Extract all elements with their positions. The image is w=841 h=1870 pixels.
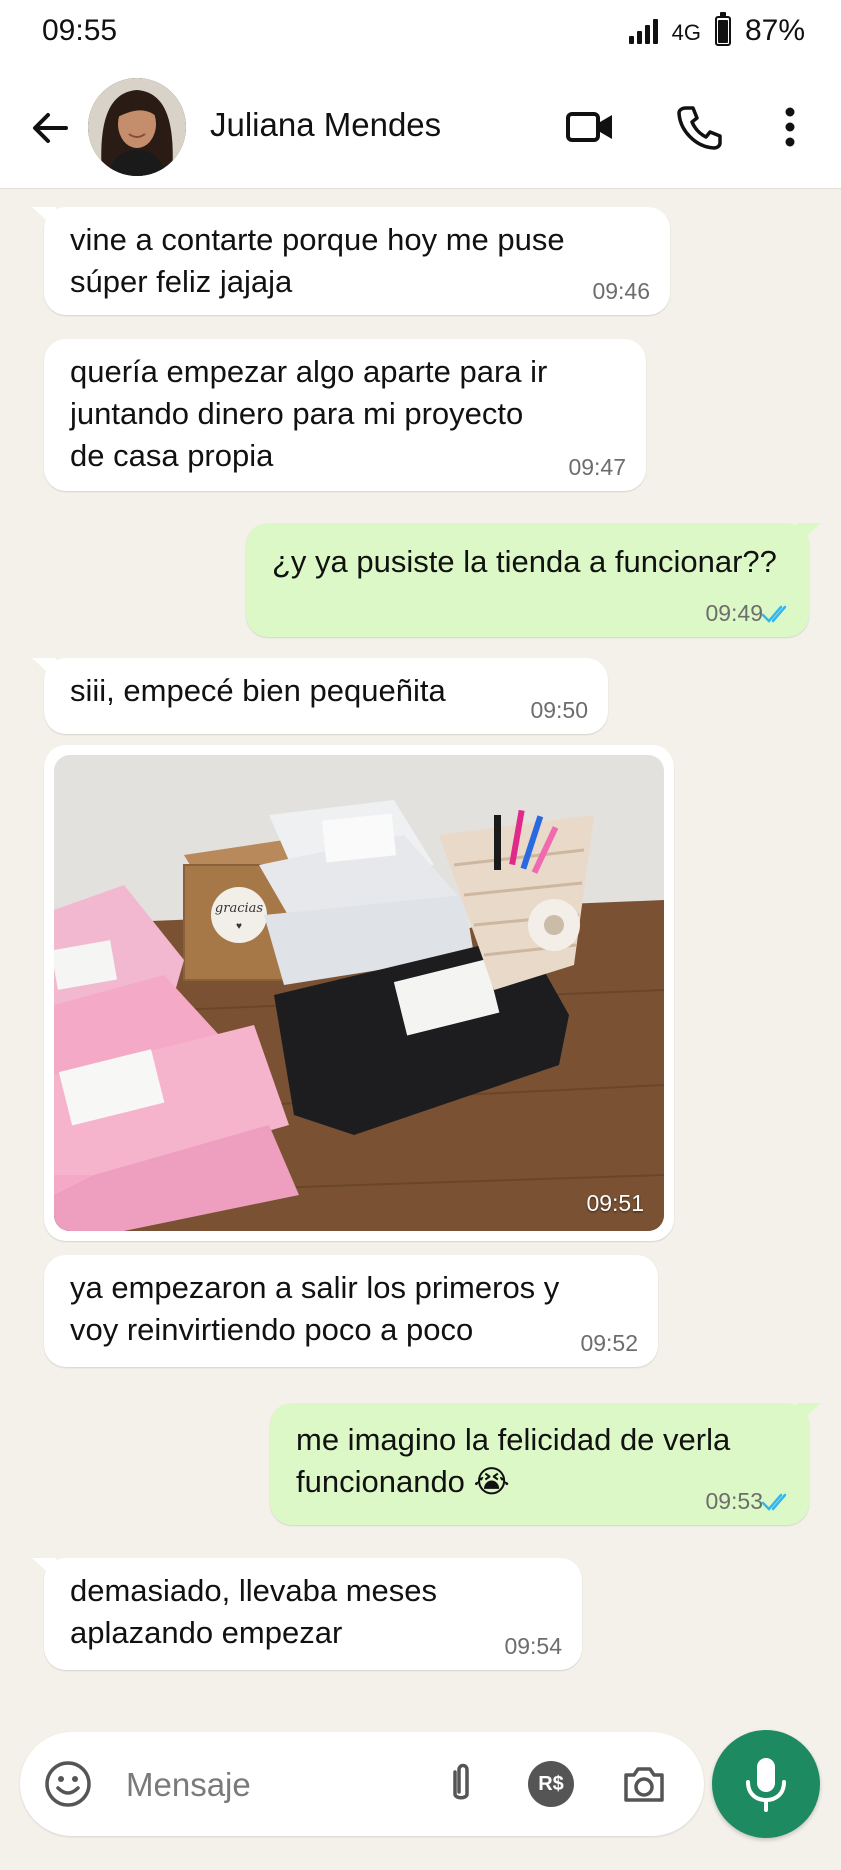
shipment-photo[interactable]: gracias ♥ 09:51: [54, 755, 664, 1231]
message-time: 09:46: [592, 278, 650, 304]
message-incoming[interactable]: ya empezaron a salir los primeros y voy …: [44, 1255, 658, 1367]
bubble-tail: [32, 658, 56, 680]
message-line: ¿y ya pusiste la tienda a funcionar??: [272, 544, 777, 579]
message-line: juntando dinero para mi proyecto: [70, 396, 524, 431]
photo-time: 09:51: [586, 1190, 644, 1216]
message-time: 09:50: [530, 697, 588, 723]
message-incoming[interactable]: quería empezar algo aparte para ir junta…: [44, 339, 646, 491]
more-options-icon[interactable]: [763, 100, 817, 154]
svg-text:♥: ♥: [236, 921, 242, 932]
signal-icon: [628, 18, 658, 44]
bubble-tail: [797, 1403, 821, 1425]
message-line: voy reinvirtiendo poco a poco: [70, 1312, 474, 1347]
status-icons: 4G 87%: [628, 12, 805, 48]
message-time: 09:52: [580, 1330, 638, 1356]
phone-icon[interactable]: [672, 100, 726, 154]
message-time: 09:54: [504, 1633, 562, 1659]
bubble-tail: [32, 207, 56, 229]
payment-icon[interactable]: R$: [528, 1761, 574, 1807]
message-line: vine a contarte porque hoy me puse: [70, 222, 565, 257]
network-type: 4G: [671, 20, 701, 45]
microphone-icon: [746, 1758, 786, 1812]
message-line: siii, empecé bien pequeñita: [70, 673, 446, 708]
battery-percent: 87%: [744, 14, 805, 47]
message-incoming[interactable]: demasiado, llevaba meses aplazando empez…: [32, 1558, 582, 1670]
message-time: 09:49: [705, 600, 763, 626]
message-line: aplazando empezar: [70, 1615, 343, 1650]
message-outgoing[interactable]: ¿y ya pusiste la tienda a funcionar?? 09…: [246, 523, 821, 637]
message-time: 09:47: [568, 454, 626, 480]
attach-paperclip-icon[interactable]: [435, 1758, 487, 1810]
message-incoming[interactable]: siii, empecé bien pequeñita 09:50: [32, 658, 608, 734]
read-checkmarks-icon: [761, 1493, 787, 1511]
read-checkmarks-icon: [761, 605, 787, 623]
payment-currency-label: R$: [538, 1772, 564, 1795]
chat-header: Juliana Mendes: [0, 64, 841, 189]
back-arrow-icon[interactable]: [26, 104, 74, 152]
message-input[interactable]: [124, 1754, 428, 1816]
battery-icon: [714, 12, 731, 46]
contact-name[interactable]: Juliana Mendes: [210, 106, 441, 144]
video-call-icon[interactable]: [563, 100, 617, 154]
composer-bar: R$: [20, 1732, 704, 1836]
message-line: de casa propia: [70, 438, 274, 473]
voice-record-button[interactable]: [712, 1730, 820, 1838]
status-time: 09:55: [42, 14, 118, 47]
message-line: me imagino la felicidad de verla: [296, 1422, 731, 1457]
emoji-icon[interactable]: [42, 1758, 94, 1810]
message-line: demasiado, llevaba meses: [70, 1573, 438, 1608]
box-label: gracias: [215, 901, 263, 916]
message-incoming[interactable]: vine a contarte porque hoy me puse súper…: [32, 207, 670, 315]
bubble-tail: [797, 523, 821, 545]
avatar[interactable]: [88, 78, 186, 176]
message-line: súper feliz jajaja: [70, 264, 293, 299]
message-time: 09:53: [705, 1488, 763, 1514]
message-outgoing[interactable]: me imagino la felicidad de verla funcion…: [270, 1403, 821, 1525]
status-bar: 09:55 4G 87%: [0, 0, 841, 64]
photo-message[interactable]: gracias ♥ 09:51: [44, 745, 674, 1241]
bubble-tail: [32, 1558, 56, 1580]
message-line: quería empezar algo aparte para ir: [70, 354, 548, 389]
message-line: ya empezaron a salir los primeros y: [70, 1270, 560, 1305]
camera-icon[interactable]: [618, 1758, 670, 1810]
